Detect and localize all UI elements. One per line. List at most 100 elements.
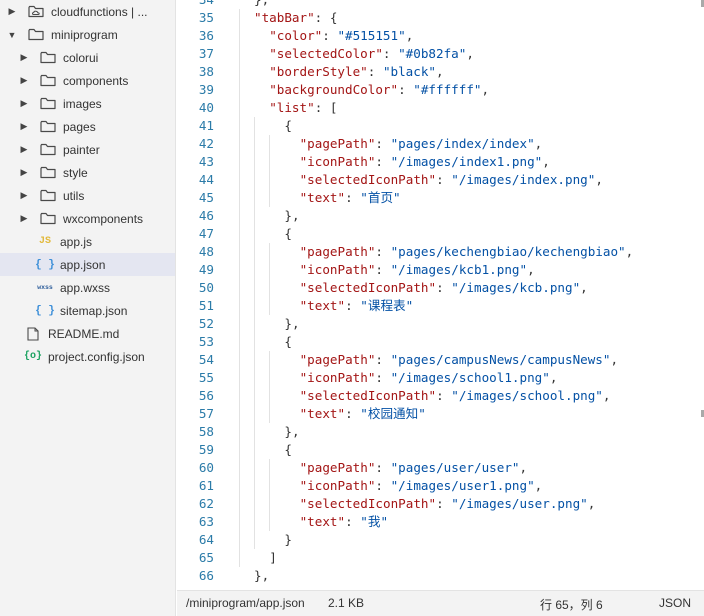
status-language-mode[interactable]: JSON: [659, 596, 691, 610]
tree-item-label: cloudfunctions | ...: [51, 4, 148, 19]
chevron-right-icon[interactable]: ▶: [19, 213, 29, 224]
line-number: 63: [198, 514, 214, 529]
tree-folder[interactable]: ▶ colorui: [0, 46, 175, 69]
tree-folder[interactable]: ▶ components: [0, 69, 175, 92]
punctuation: ,: [610, 352, 619, 367]
punctuation: {: [284, 118, 292, 133]
code-line[interactable]: 53 {: [177, 333, 687, 351]
code-line[interactable]: 41 {: [177, 117, 687, 135]
punctuation: :: [375, 262, 391, 277]
code-line[interactable]: 56 "selectedIconPath": "/images/school.pn…: [177, 387, 687, 405]
chevron-right-icon[interactable]: ▶: [19, 121, 29, 132]
code-line[interactable]: 63 "text": "我": [177, 513, 687, 531]
code-line[interactable]: 60 "pagePath": "pages/user/user",: [177, 459, 687, 477]
code-line[interactable]: 61 "iconPath": "/images/user1.png",: [177, 477, 687, 495]
line-number: 34: [177, 0, 214, 9]
tree-folder[interactable]: ▼ miniprogram: [0, 23, 175, 46]
code-line[interactable]: 66},: [177, 567, 687, 585]
punctuation: },: [284, 316, 300, 331]
code-line[interactable]: 39 "backgroundColor": "#ffffff",: [177, 81, 687, 99]
chevron-right-icon[interactable]: ▶: [19, 144, 29, 155]
code-line[interactable]: 65]: [177, 549, 687, 567]
punctuation: :: [375, 460, 391, 475]
json-key: "selectedIconPath": [299, 172, 437, 187]
code-text: "text": "校园通知": [300, 405, 426, 423]
tree-folder[interactable]: ▶ wxcomponents: [0, 207, 175, 230]
punctuation: :: [345, 514, 361, 529]
json-string: "/images/user1.png": [390, 478, 535, 493]
line-number: 48: [198, 244, 214, 259]
tree-folder[interactable]: ▶ images: [0, 92, 175, 115]
code-line[interactable]: 36 "color": "#515151",: [177, 27, 687, 45]
code-line[interactable]: 49 "iconPath": "/images/kcb1.png",: [177, 261, 687, 279]
chevron-right-icon[interactable]: ▶: [19, 52, 29, 63]
tree-folder[interactable]: ▶ cloudfunctions | ...: [0, 0, 175, 23]
code-text: "selectedIconPath": "/images/index.png",: [300, 171, 603, 189]
code-line[interactable]: 48 "pagePath": "pages/kechengbiao/kecheng…: [177, 243, 687, 261]
code-line[interactable]: 46},: [177, 207, 687, 225]
punctuation: ,: [436, 64, 444, 79]
tree-folder[interactable]: ▶ style: [0, 161, 175, 184]
line-number: 35: [198, 10, 214, 25]
code-line[interactable]: 34},: [177, 0, 687, 9]
punctuation: ,: [534, 136, 543, 151]
line-number: 44: [198, 172, 214, 187]
status-cursor-position[interactable]: 行 65，列 6: [540, 596, 603, 613]
code-line[interactable]: 42 "pagePath": "pages/index/index",: [177, 135, 687, 153]
markdown-file-icon: [25, 326, 41, 341]
chevron-right-icon[interactable]: ▶: [19, 98, 29, 109]
code-line[interactable]: 40 "list": [: [177, 99, 687, 117]
json-key: "pagePath": [299, 460, 376, 475]
code-line[interactable]: 37 "selectedColor": "#0b82fa",: [177, 45, 687, 63]
folder-icon: [40, 97, 56, 110]
code-line[interactable]: 58},: [177, 423, 687, 441]
code-editor[interactable]: 34},35"tabBar": {36"color": "#515151",37…: [177, 0, 704, 590]
code-text: "pagePath": "pages/index/index",: [300, 135, 543, 153]
line-number: 52: [198, 316, 214, 331]
code-line[interactable]: 44 "selectedIconPath": "/images/index.png…: [177, 171, 687, 189]
code-text: "pagePath": "pages/campusNews/campusNews…: [300, 351, 618, 369]
code-line[interactable]: 43 "iconPath": "/images/index1.png",: [177, 153, 687, 171]
json-string: "#0b82fa": [398, 46, 467, 61]
json-file-icon: { }: [35, 304, 55, 317]
tree-folder[interactable]: ▶ utils: [0, 184, 175, 207]
tree-file[interactable]: JS app.js: [0, 230, 175, 253]
code-line[interactable]: 64}: [177, 531, 687, 549]
line-number: 45: [198, 190, 214, 205]
code-line[interactable]: 51 "text": "课程表": [177, 297, 687, 315]
chevron-right-icon[interactable]: ▶: [19, 75, 29, 86]
code-line[interactable]: 45 "text": "首页": [177, 189, 687, 207]
tree-file[interactable]: { } sitemap.json: [0, 299, 175, 322]
tree-file[interactable]: {o} project.config.json: [0, 345, 175, 368]
chevron-down-icon[interactable]: ▼: [7, 30, 17, 40]
code-line[interactable]: 35 "tabBar": {: [177, 9, 687, 27]
tree-folder[interactable]: ▶ pages: [0, 115, 175, 138]
tree-folder[interactable]: ▶ painter: [0, 138, 175, 161]
line-number: 40: [198, 100, 214, 115]
folder-icon: [40, 143, 56, 156]
tree-item-label: app.js: [60, 234, 93, 249]
tree-file[interactable]: README.md: [0, 322, 175, 345]
code-line[interactable]: 54 "pagePath": "pages/campusNews/campusNe…: [177, 351, 687, 369]
chevron-right-icon[interactable]: ▶: [19, 167, 29, 178]
folder-icon: [40, 166, 56, 179]
code-line[interactable]: 52},: [177, 315, 687, 333]
json-key: "text": [299, 190, 346, 205]
code-text: "list": [: [269, 99, 337, 117]
json-key: "text": [299, 298, 346, 313]
code-line[interactable]: 62 "selectedIconPath": "/images/user.png"…: [177, 495, 687, 513]
chevron-right-icon[interactable]: ▶: [19, 190, 29, 201]
tree-file[interactable]: wxss app.wxss: [0, 276, 175, 299]
code-line[interactable]: 59 {: [177, 441, 687, 459]
code-line[interactable]: 50 "selectedIconPath": "/images/kcb.png",: [177, 279, 687, 297]
tree-item-label: style: [63, 165, 88, 180]
tree-file[interactable]: { } app.json: [0, 253, 175, 276]
editor-scrollbar[interactable]: [690, 0, 704, 590]
punctuation: },: [284, 424, 300, 439]
chevron-right-icon[interactable]: ▶: [7, 6, 17, 17]
code-line[interactable]: 38 "borderStyle": "black",: [177, 63, 687, 81]
code-line[interactable]: 57 "text": "校园通知": [177, 405, 687, 423]
code-line[interactable]: 47 {: [177, 225, 687, 243]
code-line[interactable]: 55 "iconPath": "/images/school1.png",: [177, 369, 687, 387]
json-key: "selectedColor": [269, 46, 383, 61]
